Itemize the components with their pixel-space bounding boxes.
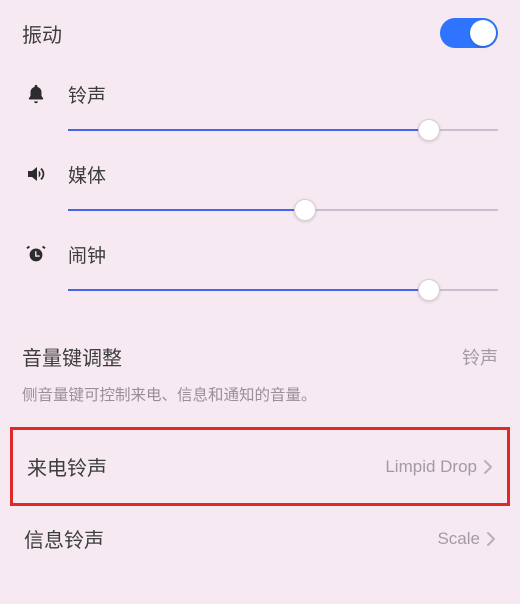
- volume-label-ring: 铃声: [68, 81, 106, 108]
- volume-key-title: 音量键调整: [22, 342, 122, 371]
- vibration-label: 振动: [22, 19, 62, 48]
- volume-item-alarm: 闹钟: [22, 240, 498, 302]
- slider-thumb[interactable]: [418, 119, 440, 141]
- volume-key-value: 铃声: [462, 344, 498, 370]
- volume-label-alarm: 闹钟: [68, 241, 106, 268]
- toggle-knob: [470, 20, 496, 46]
- media-volume-slider[interactable]: [68, 198, 498, 222]
- speaker-icon: [22, 160, 50, 188]
- alarm-volume-slider[interactable]: [68, 278, 498, 302]
- volume-item-media: 媒体: [22, 160, 498, 222]
- volume-head: 媒体: [22, 160, 498, 188]
- message-ringtone-value: Scale: [437, 529, 480, 549]
- vibration-row: 振动: [0, 0, 520, 58]
- alarm-clock-icon: [22, 240, 50, 268]
- volume-section: 铃声 媒体 闹钟: [0, 58, 520, 314]
- incoming-ringtone-label: 来电铃声: [27, 452, 107, 481]
- volume-key-description: 侧音量键可控制来电、信息和通知的音量。: [0, 377, 520, 427]
- vibration-toggle[interactable]: [440, 18, 498, 48]
- incoming-ringtone-value: Limpid Drop: [385, 457, 477, 477]
- chevron-right-icon: [483, 459, 493, 475]
- slider-thumb[interactable]: [294, 199, 316, 221]
- slider-fill: [68, 129, 429, 131]
- volume-item-ring: 铃声: [22, 80, 498, 142]
- incoming-ringtone-row[interactable]: 来电铃声 Limpid Drop: [13, 430, 507, 503]
- bell-icon: [22, 80, 50, 108]
- slider-fill: [68, 209, 305, 211]
- incoming-ringtone-highlight: 来电铃声 Limpid Drop: [10, 427, 510, 506]
- message-ringtone-right: Scale: [437, 529, 496, 549]
- slider-fill: [68, 289, 429, 291]
- chevron-right-icon: [486, 531, 496, 547]
- slider-thumb[interactable]: [418, 279, 440, 301]
- volume-label-media: 媒体: [68, 161, 106, 188]
- ring-volume-slider[interactable]: [68, 118, 498, 142]
- message-ringtone-label: 信息铃声: [24, 524, 104, 553]
- volume-head: 铃声: [22, 80, 498, 108]
- message-ringtone-row[interactable]: 信息铃声 Scale: [0, 506, 520, 561]
- volume-head: 闹钟: [22, 240, 498, 268]
- incoming-ringtone-right: Limpid Drop: [385, 457, 493, 477]
- volume-key-row[interactable]: 音量键调整 铃声: [0, 314, 520, 377]
